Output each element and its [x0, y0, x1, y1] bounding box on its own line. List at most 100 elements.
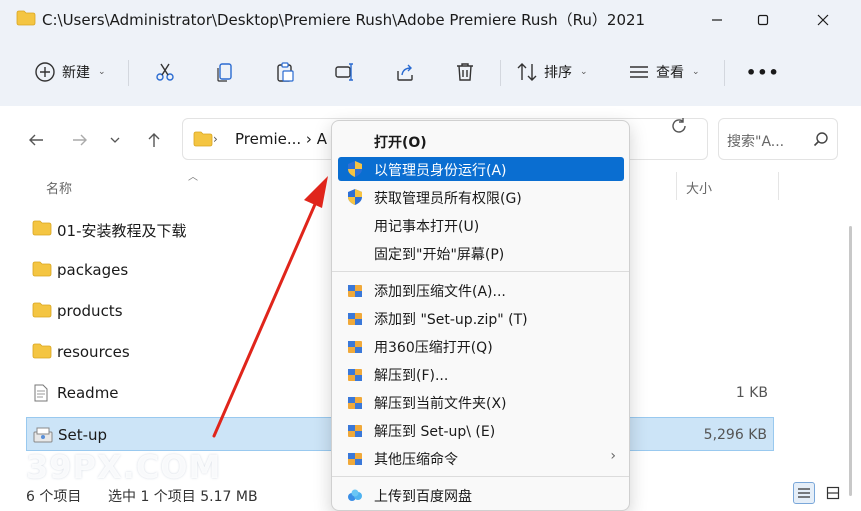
folder-icon: [16, 10, 36, 26]
recent-chevron-icon[interactable]: [106, 126, 124, 154]
menu-item-label: 用记事本打开(U): [374, 219, 480, 235]
menu-item-label: 添加到压缩文件(A)...: [374, 284, 506, 300]
file-size: 5,296 KB: [703, 427, 767, 443]
breadcrumb[interactable]: Premie... › A: [235, 130, 327, 148]
menu-item-take-ownership[interactable]: 获取管理员所有权限(G): [338, 185, 624, 209]
file-size: 1 KB: [735, 385, 768, 401]
scrollbar[interactable]: [849, 226, 852, 496]
forward-arrow-icon[interactable]: [66, 126, 94, 154]
file-name: Readme: [57, 384, 119, 402]
menu-item-label: 其他压缩命令: [374, 452, 458, 468]
title-bar: C:\Users\Administrator\Desktop\Premiere …: [0, 0, 861, 40]
archive-icon: [348, 369, 362, 381]
cut-button[interactable]: [154, 54, 176, 90]
search-icon: [813, 132, 828, 147]
menu-item-other-compress[interactable]: 其他压缩命令 ›: [338, 446, 624, 470]
context-menu: 打开(O) 以管理员身份运行(A) 获取管理员所有权限(G) 用记事本打开(U)…: [331, 120, 630, 511]
divider: [500, 60, 501, 86]
file-name: resources: [57, 343, 130, 361]
menu-item-label: 获取管理员所有权限(G): [374, 191, 522, 207]
maximize-button[interactable]: [740, 0, 786, 40]
menu-item-upload-baidu[interactable]: 上传到百度网盘: [338, 483, 624, 507]
trash-icon: [457, 63, 473, 81]
menu-item-add-archive[interactable]: 添加到压缩文件(A)...: [338, 278, 624, 302]
menu-divider: [332, 271, 629, 272]
folder-icon: [32, 220, 52, 236]
sort-icon: [517, 63, 537, 81]
menu-item-add-zip[interactable]: 添加到 "Set-up.zip" (T): [338, 306, 624, 330]
close-button[interactable]: [800, 0, 846, 40]
sort-ascending-icon: ︿: [188, 172, 198, 183]
menu-item-label: 固定到"开始"屏幕(P): [374, 247, 505, 263]
installer-icon: [33, 427, 53, 443]
menu-item-extract-here[interactable]: 解压到当前文件夹(X): [338, 390, 624, 414]
scissors-icon: [156, 63, 174, 81]
folder-icon: [193, 131, 213, 147]
delete-button[interactable]: [454, 54, 476, 90]
chevron-down-icon: ⌄: [692, 67, 700, 77]
menu-item-extract-to[interactable]: 解压到(F)...: [338, 362, 624, 386]
archive-icon: [348, 425, 362, 437]
menu-item-run-as-admin[interactable]: 以管理员身份运行(A): [338, 157, 624, 181]
chevron-right-icon: ›: [610, 448, 616, 464]
search-box[interactable]: 搜索"A...: [718, 118, 838, 160]
divider: [128, 60, 129, 86]
menu-item-open-360[interactable]: 用360压缩打开(Q): [338, 334, 624, 358]
rename-button[interactable]: [334, 54, 356, 90]
command-bar: 新建 ⌄ 排序 ⌄ 查看 ⌄ •••: [0, 40, 861, 106]
sort-button[interactable]: 排序 ⌄: [516, 54, 588, 90]
copy-button[interactable]: [214, 54, 236, 90]
sort-label: 排序: [544, 65, 572, 81]
file-name: products: [57, 302, 123, 320]
menu-item-label: 解压到 Set-up\ (E): [374, 424, 496, 440]
archive-icon: [348, 397, 362, 409]
details-view-icon[interactable]: [793, 482, 815, 504]
column-header-name[interactable]: 名称: [46, 178, 72, 197]
chevron-down-icon: ⌄: [580, 67, 588, 77]
paste-icon: [277, 62, 294, 82]
view-label: 查看: [656, 65, 684, 81]
archive-icon: [348, 453, 362, 465]
share-icon: [397, 64, 413, 81]
text-file-icon: [34, 384, 48, 402]
column-header-size[interactable]: 大小: [686, 178, 712, 197]
rename-icon: [335, 63, 353, 81]
archive-icon: [348, 285, 362, 297]
new-label: 新建: [62, 65, 90, 81]
up-arrow-icon[interactable]: [140, 126, 168, 154]
more-options-button[interactable]: •••: [746, 54, 780, 90]
menu-item-label: 打开(O): [374, 135, 427, 151]
menu-item-extract-folder[interactable]: 解压到 Set-up\ (E): [338, 418, 624, 442]
breadcrumb-separator: ›: [213, 132, 218, 146]
menu-item-label: 用360压缩打开(Q): [374, 340, 493, 356]
folder-icon: [32, 302, 52, 318]
paste-button[interactable]: [274, 54, 296, 90]
selection-info: 选中 1 个项目 5.17 MB: [108, 489, 258, 505]
copy-icon: [217, 63, 232, 82]
menu-item-label: 上传到百度网盘: [374, 489, 472, 505]
file-name: packages: [57, 261, 129, 279]
share-button[interactable]: [394, 54, 416, 90]
new-button[interactable]: 新建 ⌄: [34, 54, 106, 90]
menu-item-open[interactable]: 打开(O): [338, 129, 624, 153]
item-count: 6 个项目: [26, 489, 82, 505]
watermark: 39PX.COM: [26, 448, 222, 486]
menu-item-open-notepad[interactable]: 用记事本打开(U): [338, 213, 624, 237]
view-button[interactable]: 查看 ⌄: [628, 54, 700, 90]
minimize-button[interactable]: [694, 0, 740, 40]
file-name: 01-安装教程及下载: [57, 222, 187, 240]
menu-item-label: 以管理员身份运行(A): [374, 163, 507, 179]
menu-item-pin-start[interactable]: 固定到"开始"屏幕(P): [338, 241, 624, 265]
divider: [724, 60, 725, 86]
archive-icon: [348, 313, 362, 325]
folder-icon: [32, 261, 52, 277]
refresh-icon[interactable]: [670, 117, 688, 140]
tiles-view-icon[interactable]: [822, 482, 844, 504]
plus-circle-icon: [35, 62, 55, 82]
back-arrow-icon[interactable]: [22, 126, 50, 154]
menu-item-label: 添加到 "Set-up.zip" (T): [374, 312, 528, 328]
column-divider[interactable]: [676, 172, 677, 200]
file-name: Set-up: [58, 426, 108, 444]
folder-icon: [32, 343, 52, 359]
column-divider[interactable]: [778, 172, 779, 200]
